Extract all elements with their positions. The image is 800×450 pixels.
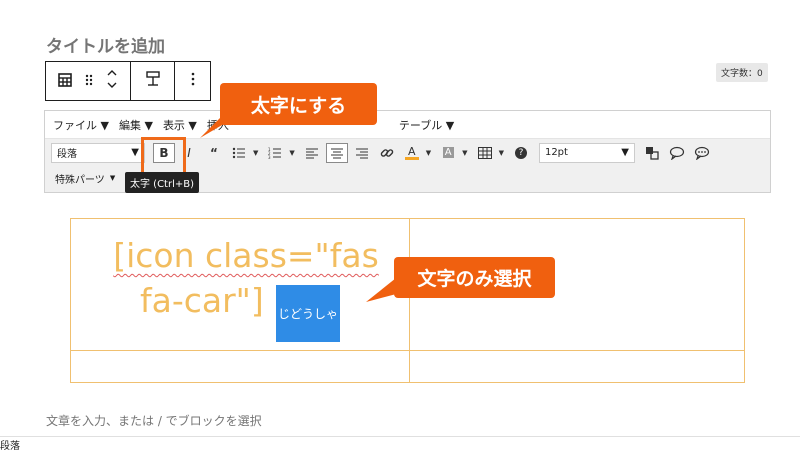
table-icon[interactable]: [58, 72, 72, 91]
move-up-down-icon[interactable]: [106, 68, 118, 94]
link-button[interactable]: [376, 143, 398, 163]
align-left-icon: [305, 148, 318, 158]
chevron-down-icon: ▼: [131, 147, 139, 158]
align-center-icon: [330, 148, 343, 158]
translate-button[interactable]: [641, 143, 663, 163]
block-toolbar: [45, 61, 211, 101]
text-color-swatch: [404, 156, 419, 160]
blockquote-button[interactable]: “: [203, 143, 225, 163]
bold-callout: 太字にする: [220, 83, 377, 125]
block-toolbar-group-align: [131, 62, 175, 100]
bullet-list-button[interactable]: [228, 143, 250, 163]
table-column-divider: [409, 219, 410, 382]
font-size-value: 12pt: [544, 147, 568, 158]
menu-file[interactable]: ファイル ▼: [53, 117, 109, 133]
chevron-down-icon[interactable]: ▼: [462, 149, 467, 157]
block-toolbar-group-more: [175, 62, 210, 100]
menu-edit[interactable]: 編集 ▼: [119, 117, 153, 133]
balloon-button[interactable]: [666, 143, 688, 163]
help-button[interactable]: ?: [510, 143, 532, 163]
text-color-button[interactable]: A: [401, 143, 423, 163]
help-icon: ?: [514, 146, 527, 159]
text-color-icon: A: [408, 144, 416, 158]
menu-view[interactable]: 表示 ▼: [163, 117, 197, 133]
font-size-select[interactable]: 12pt ▼: [538, 142, 635, 163]
speech-bubble-icon: [669, 146, 685, 160]
align-left-button[interactable]: [301, 143, 323, 163]
paragraph-placeholder[interactable]: 文章を入力、または / でブロックを選択: [46, 412, 262, 429]
bold-callout-text: 太字にする: [250, 94, 347, 117]
cell-text-line2: fa-car"]: [140, 281, 264, 320]
background-color-button[interactable]: A: [437, 143, 459, 163]
align-center-button[interactable]: [325, 142, 348, 163]
chevron-down-icon[interactable]: ▼: [499, 149, 504, 157]
speech-bubble-dots-icon: [694, 146, 710, 160]
format-select[interactable]: 段落 ▼: [51, 142, 145, 163]
bold-button-highlight: [141, 137, 186, 175]
char-count-badge: 文字数：0: [716, 63, 768, 82]
drag-handle-icon[interactable]: [84, 72, 94, 91]
quote-icon: “: [210, 145, 218, 160]
table-button[interactable]: [474, 143, 496, 163]
status-bar: 段落: [0, 436, 800, 450]
table-grid-icon: [477, 146, 492, 159]
cell-text-line1: [icon class="fas: [113, 236, 379, 275]
block-toolbar-group-move: [46, 62, 131, 100]
editor-menubar: ファイル ▼ 編集 ▼ 表示 ▼ 挿入 テーブル ▼: [45, 111, 770, 139]
numbered-list-button[interactable]: 123: [264, 143, 286, 163]
chevron-down-icon[interactable]: ▼: [289, 149, 294, 157]
align-right-icon: [355, 148, 368, 158]
chevron-down-icon[interactable]: ▼: [253, 149, 258, 157]
menu-table[interactable]: テーブル ▼: [399, 117, 454, 133]
italic-icon: I: [187, 145, 191, 160]
chevron-down-icon[interactable]: ▼: [426, 149, 431, 157]
more-options-icon[interactable]: [190, 71, 196, 91]
align-right-button[interactable]: [351, 143, 373, 163]
special-parts-dropdown[interactable]: 特殊パーツ: [55, 171, 105, 186]
chevron-down-icon: ▼: [621, 147, 629, 158]
table-row-divider: [71, 350, 744, 351]
chevron-down-icon[interactable]: ▼: [110, 174, 115, 182]
align-icon[interactable]: [144, 70, 162, 92]
balloon-dots-button[interactable]: [691, 143, 713, 163]
numbered-list-icon: 123: [268, 147, 282, 159]
bullet-list-icon: [232, 147, 245, 158]
link-icon: [380, 148, 394, 157]
table-cell-text[interactable]: [icon class="fas fa-car"]: [96, 233, 396, 323]
select-callout-text: 文字のみ選択: [417, 268, 532, 290]
status-bar-path: 段落: [0, 441, 20, 450]
translate-icon: [645, 146, 659, 160]
bold-callout-pointer: [200, 118, 234, 138]
select-callout: 文字のみ選択: [394, 257, 555, 298]
selected-text[interactable]: じどうしゃ: [276, 285, 340, 342]
svg-text:3: 3: [268, 155, 271, 159]
bold-tooltip: 太字 (Ctrl+B): [125, 172, 200, 193]
post-title-placeholder[interactable]: タイトルを追加: [46, 32, 165, 57]
format-select-value: 段落: [57, 149, 77, 160]
background-color-icon: A: [442, 147, 454, 158]
